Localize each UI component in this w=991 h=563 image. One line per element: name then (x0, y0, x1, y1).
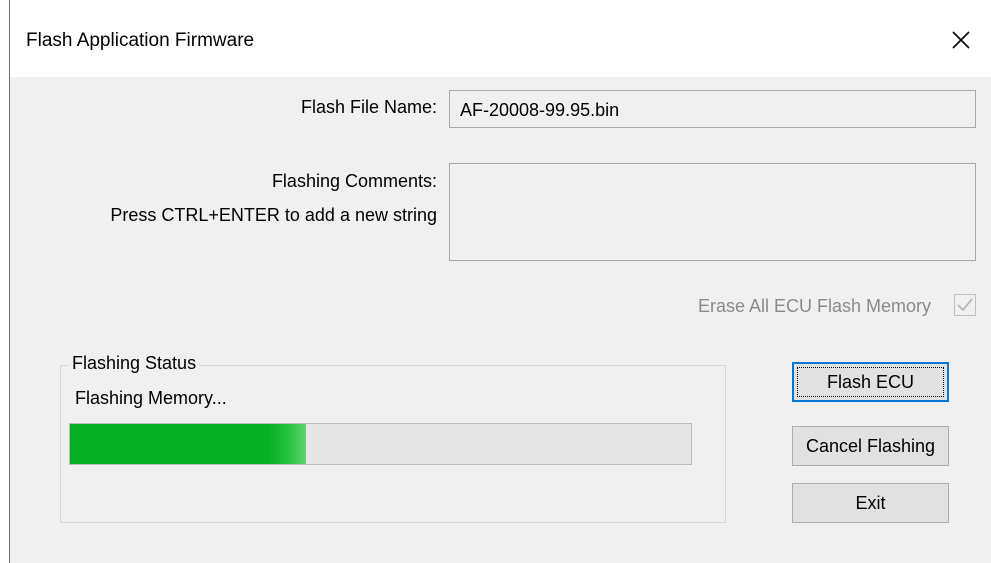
cancel-flashing-button[interactable]: Cancel Flashing (792, 426, 949, 466)
title-bar[interactable]: Flash Application Firmware (10, 3, 991, 77)
flashing-status-title: Flashing Status (69, 353, 200, 374)
flashing-status-text: Flashing Memory... (75, 388, 227, 408)
dialog-body: Flash File Name: AF-20008-99.95.bin Flas… (10, 77, 991, 563)
background-left (0, 0, 9, 563)
erase-memory-label: Erase All ECU Flash Memory (697, 296, 931, 316)
flashing-status-group: Flashing Status Flashing Memory... (60, 353, 726, 523)
flash-file-field[interactable]: AF-20008-99.95.bin (449, 90, 976, 128)
cancel-flashing-label: Cancel Flashing (805, 435, 936, 456)
comments-hint: Press CTRL+ENTER to add a new string (110, 205, 437, 225)
focus-rectangle (797, 367, 944, 397)
comments-field[interactable] (449, 163, 976, 261)
flash-file-label: Flash File Name: (300, 97, 437, 117)
progress-fill (70, 424, 306, 464)
close-icon (952, 31, 970, 49)
checkmark-icon (957, 298, 973, 312)
close-button[interactable] (931, 3, 991, 77)
flash-firmware-dialog: Flash Application Firmware Flash File Na… (0, 0, 991, 563)
window-title: Flash Application Firmware (26, 30, 255, 51)
erase-memory-checkbox[interactable] (954, 294, 976, 316)
flashing-progress-bar (69, 423, 692, 465)
exit-label: Exit (855, 492, 886, 513)
flash-ecu-button[interactable]: Flash ECU (792, 362, 949, 402)
exit-button[interactable]: Exit (792, 483, 949, 523)
flash-file-value: AF-20008-99.95.bin (460, 100, 620, 120)
comments-label: Flashing Comments: (271, 171, 437, 191)
